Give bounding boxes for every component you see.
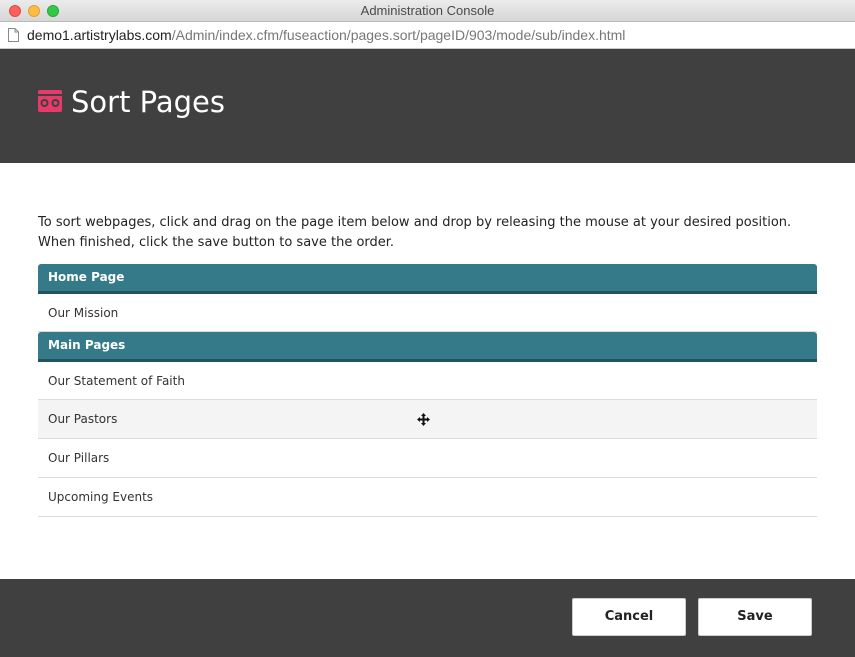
- page-item-our-mission[interactable]: Our Mission: [38, 294, 817, 332]
- instructions-text: To sort webpages, click and drag on the …: [38, 215, 792, 250]
- window-title: Administration Console: [360, 3, 495, 18]
- window-titlebar: Administration Console: [0, 0, 855, 22]
- group-header-main-pages[interactable]: Main Pages: [38, 332, 817, 362]
- page-item-upcoming-events[interactable]: Upcoming Events: [38, 478, 817, 517]
- move-cursor-icon: [417, 413, 430, 426]
- address-bar[interactable]: demo1.artistrylabs.com/Admin/index.cfm/f…: [0, 22, 855, 49]
- group-header-home-page[interactable]: Home Page: [38, 264, 817, 294]
- cancel-button[interactable]: Cancel: [572, 598, 686, 636]
- footer-bar: Cancel Save: [0, 579, 855, 657]
- close-window-button[interactable]: [9, 5, 21, 17]
- page-item-label: Our Pastors: [48, 412, 118, 426]
- page-item-our-pillars[interactable]: Our Pillars: [38, 439, 817, 478]
- document-icon: [8, 28, 19, 42]
- url-host: demo1.artistrylabs.com: [27, 27, 172, 43]
- save-button[interactable]: Save: [698, 598, 812, 636]
- page-item-statement-of-faith[interactable]: Our Statement of Faith: [38, 362, 817, 400]
- page-item-our-pastors[interactable]: Our Pastors: [38, 400, 817, 439]
- page-title: Sort Pages: [71, 85, 225, 119]
- minimize-window-button[interactable]: [28, 5, 40, 17]
- url-path: /Admin/index.cfm/fuseaction/pages.sort/p…: [171, 27, 626, 43]
- glasses-logo-icon: [38, 90, 62, 112]
- maximize-window-button[interactable]: [47, 5, 59, 17]
- sortable-page-list: Home Page Our Mission Main Pages Our Sta…: [38, 264, 817, 517]
